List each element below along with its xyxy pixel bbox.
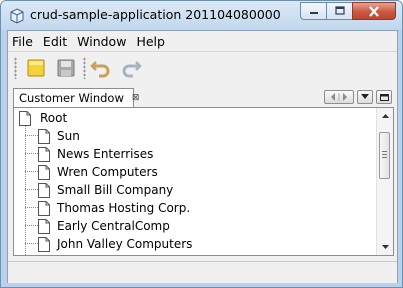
tree-item-label: Sun [57, 129, 80, 143]
thumb-grip-line [382, 157, 387, 158]
tree-item[interactable]: Thomas Hosting Corp. [25, 199, 190, 217]
client-area: File Edit Window Help Customer Window ⊠ … [7, 30, 398, 283]
tree-item-label: John Valley Computers [57, 237, 193, 251]
tree-item-label: Thomas Hosting Corp. [57, 201, 191, 215]
tree-connector [25, 243, 38, 245]
chevron-up-icon [381, 114, 389, 118]
tab-label: Customer Window [19, 91, 124, 105]
tree-item-label: News Enterrises [57, 147, 154, 161]
undo-icon [90, 61, 110, 78]
tab-scroll-arrows-icon [331, 93, 347, 101]
menu-bar: File Edit Window Help [8, 31, 397, 52]
window-controls [300, 2, 396, 20]
tree-connector [25, 225, 38, 227]
tree-item[interactable]: Small Bill Company [25, 181, 173, 199]
toolbar-separator [83, 57, 86, 79]
vertical-scrollbar[interactable] [376, 108, 393, 255]
tab-customer-window[interactable]: Customer Window ⊠ [13, 88, 139, 107]
app-cube-icon [10, 8, 24, 24]
scrollbar-thumb[interactable] [379, 132, 390, 179]
tree-connector [25, 189, 38, 191]
menu-edit[interactable]: Edit [38, 34, 72, 49]
chevron-down-icon [381, 245, 389, 249]
tree-item[interactable]: Sun [25, 127, 80, 145]
maximize-panel-icon [379, 93, 389, 101]
minimize-icon [309, 12, 318, 14]
menu-window[interactable]: Window [72, 34, 131, 49]
tree-item[interactable]: Early CentralComp [25, 217, 170, 235]
tree-root[interactable]: Root [19, 110, 67, 126]
window-title: crud-sample-application 201104080000 [30, 7, 281, 22]
toolbar [8, 52, 397, 84]
tree-item-label: Early CentralComp [57, 219, 170, 233]
menu-help[interactable]: Help [131, 34, 170, 49]
tree-connector [25, 135, 38, 137]
maximize-panel-button[interactable] [376, 90, 392, 104]
new-file-icon [27, 59, 45, 77]
document-icon [38, 164, 50, 180]
tab-close-icon[interactable]: ⊠ [132, 93, 140, 103]
document-icon [38, 200, 50, 216]
redo-button[interactable] [118, 55, 144, 81]
tree-item-label: Small Bill Company [57, 183, 174, 197]
scroll-down-button[interactable] [377, 239, 393, 255]
document-icon [38, 146, 50, 162]
toolbar-grip[interactable] [14, 57, 17, 79]
customer-window-panel: Customer Window ⊠ Root Sun News Enterris… [10, 87, 394, 259]
document-icon [38, 218, 50, 234]
document-icon [38, 128, 50, 144]
minimize-button[interactable] [300, 2, 326, 20]
maximize-button[interactable] [326, 2, 352, 20]
tree-root-label: Root [40, 111, 68, 125]
tab-list-button[interactable] [357, 90, 373, 104]
tab-scroll-buttons[interactable] [324, 90, 354, 104]
thumb-grip-line [382, 154, 387, 155]
save-icon [57, 59, 75, 77]
menu-file[interactable]: File [8, 34, 38, 49]
tree-item[interactable]: News Enterrises [25, 145, 153, 163]
maximize-icon [334, 6, 345, 15]
chevron-down-icon [361, 94, 369, 99]
new-button[interactable] [23, 55, 49, 81]
tree-connector [25, 171, 38, 173]
status-bar [8, 261, 397, 283]
document-icon [19, 110, 31, 126]
save-button[interactable] [53, 55, 79, 81]
document-icon [38, 236, 50, 252]
document-icon [38, 182, 50, 198]
close-button[interactable] [352, 2, 396, 20]
title-bar[interactable]: crud-sample-application 201104080000 [1, 1, 402, 30]
tree-item[interactable]: John Valley Computers [25, 235, 192, 253]
thumb-grip-line [382, 151, 387, 152]
close-icon [369, 5, 379, 17]
tree-connector [25, 153, 38, 155]
scroll-up-button[interactable] [377, 108, 393, 124]
undo-button[interactable] [88, 55, 114, 81]
tree-view[interactable]: Root Sun News Enterrises Wren Computers [13, 107, 394, 256]
tab-controls [321, 90, 392, 104]
tree-connector [25, 207, 38, 209]
tree-item-label: Wren Computers [57, 165, 158, 179]
tree-item[interactable]: Wren Computers [25, 163, 158, 181]
application-window: crud-sample-application 201104080000 Fil… [0, 0, 403, 288]
redo-icon [122, 61, 142, 78]
